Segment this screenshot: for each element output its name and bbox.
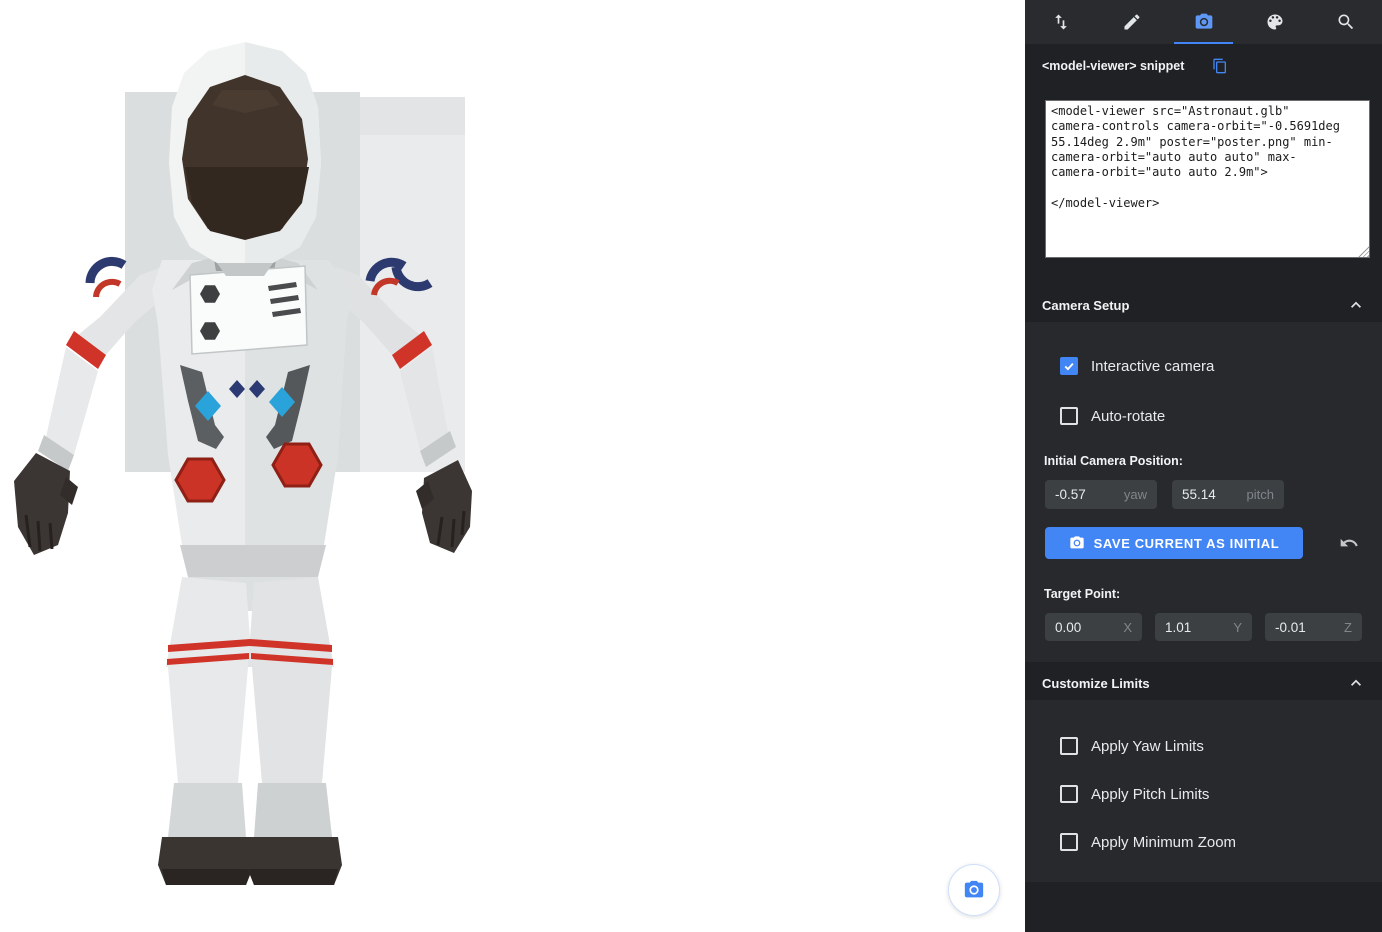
pitch-suffix: pitch (1247, 487, 1274, 502)
apply-minimum-zoom-row[interactable]: Apply Minimum Zoom (1060, 830, 1382, 854)
target-z-suffix: Z (1344, 620, 1352, 635)
tab-camera[interactable] (1168, 0, 1239, 44)
apply-minimum-zoom-checkbox[interactable] (1060, 833, 1078, 851)
target-y-suffix: Y (1233, 620, 1242, 635)
editor-panel: <model-viewer> snippet <model-viewer src… (1025, 0, 1382, 932)
screenshot-fab-button[interactable] (948, 864, 1000, 916)
interactive-camera-row[interactable]: Interactive camera (1060, 354, 1382, 378)
auto-rotate-checkbox[interactable] (1060, 407, 1078, 425)
apply-pitch-limits-checkbox[interactable] (1060, 785, 1078, 803)
copy-snippet-button[interactable] (1212, 58, 1228, 74)
tab-file[interactable] (1025, 0, 1096, 44)
chevron-up-icon (1346, 673, 1366, 693)
target-x-value: 0.00 (1055, 620, 1081, 635)
pitch-field[interactable]: 55.14 pitch (1172, 480, 1284, 509)
customize-limits-header[interactable]: Customize Limits (1025, 666, 1382, 700)
target-x-field[interactable]: 0.00 X (1045, 613, 1142, 641)
auto-rotate-row[interactable]: Auto-rotate (1060, 404, 1382, 428)
edit-icon (1122, 12, 1142, 32)
pitch-value: 55.14 (1182, 487, 1216, 502)
undo-icon (1339, 533, 1359, 553)
auto-rotate-label: Auto-rotate (1091, 408, 1165, 425)
camera-icon (1069, 535, 1085, 551)
apply-pitch-limits-row[interactable]: Apply Pitch Limits (1060, 782, 1382, 806)
target-z-field[interactable]: -0.01 Z (1265, 613, 1362, 641)
yaw-suffix: yaw (1124, 487, 1147, 502)
apply-yaw-limits-row[interactable]: Apply Yaw Limits (1060, 734, 1382, 758)
yaw-field[interactable]: -0.57 yaw (1045, 480, 1157, 509)
model-viewer-editor: <model-viewer> snippet <model-viewer src… (0, 0, 1382, 932)
apply-pitch-limits-label: Apply Pitch Limits (1091, 786, 1209, 803)
camera-setup-title: Camera Setup (1042, 298, 1129, 313)
snippet-code-textarea[interactable]: <model-viewer src="Astronaut.glb" camera… (1045, 100, 1370, 258)
astronaut-model[interactable] (12, 35, 482, 895)
save-current-as-initial-button[interactable]: SAVE CURRENT AS INITIAL (1045, 527, 1303, 559)
undo-button[interactable] (1339, 533, 1359, 553)
model-viewport[interactable] (0, 0, 1025, 932)
target-x-suffix: X (1123, 620, 1132, 635)
camera-icon (1194, 12, 1214, 32)
apply-minimum-zoom-label: Apply Minimum Zoom (1091, 834, 1236, 851)
tab-materials[interactable] (1239, 0, 1310, 44)
target-point-label: Target Point: (1044, 587, 1382, 602)
snippet-label: <model-viewer> snippet (1042, 59, 1184, 73)
customize-limits-body: Apply Yaw Limits Apply Pitch Limits Appl… (1025, 700, 1382, 882)
camera-icon (963, 879, 985, 901)
target-z-value: -0.01 (1275, 620, 1306, 635)
tab-edit[interactable] (1096, 0, 1167, 44)
customize-limits-title: Customize Limits (1042, 676, 1150, 691)
check-icon (1062, 359, 1076, 373)
tab-inspector[interactable] (1311, 0, 1382, 44)
chevron-up-icon (1346, 295, 1366, 315)
interactive-camera-label: Interactive camera (1091, 358, 1214, 375)
palette-icon (1265, 12, 1285, 32)
copy-icon (1212, 58, 1228, 74)
search-icon (1336, 12, 1356, 32)
tab-bar (1025, 0, 1382, 44)
interactive-camera-checkbox[interactable] (1060, 357, 1078, 375)
apply-yaw-limits-label: Apply Yaw Limits (1091, 738, 1204, 755)
apply-yaw-limits-checkbox[interactable] (1060, 737, 1078, 755)
target-y-field[interactable]: 1.01 Y (1155, 613, 1252, 641)
camera-setup-header[interactable]: Camera Setup (1025, 288, 1382, 322)
save-button-label: SAVE CURRENT AS INITIAL (1094, 536, 1280, 551)
target-y-value: 1.01 (1165, 620, 1191, 635)
import-export-icon (1051, 12, 1071, 32)
initial-camera-position-label: Initial Camera Position: (1044, 454, 1382, 469)
yaw-value: -0.57 (1055, 487, 1086, 502)
camera-setup-body: Interactive camera Auto-rotate Initial C… (1025, 322, 1382, 662)
